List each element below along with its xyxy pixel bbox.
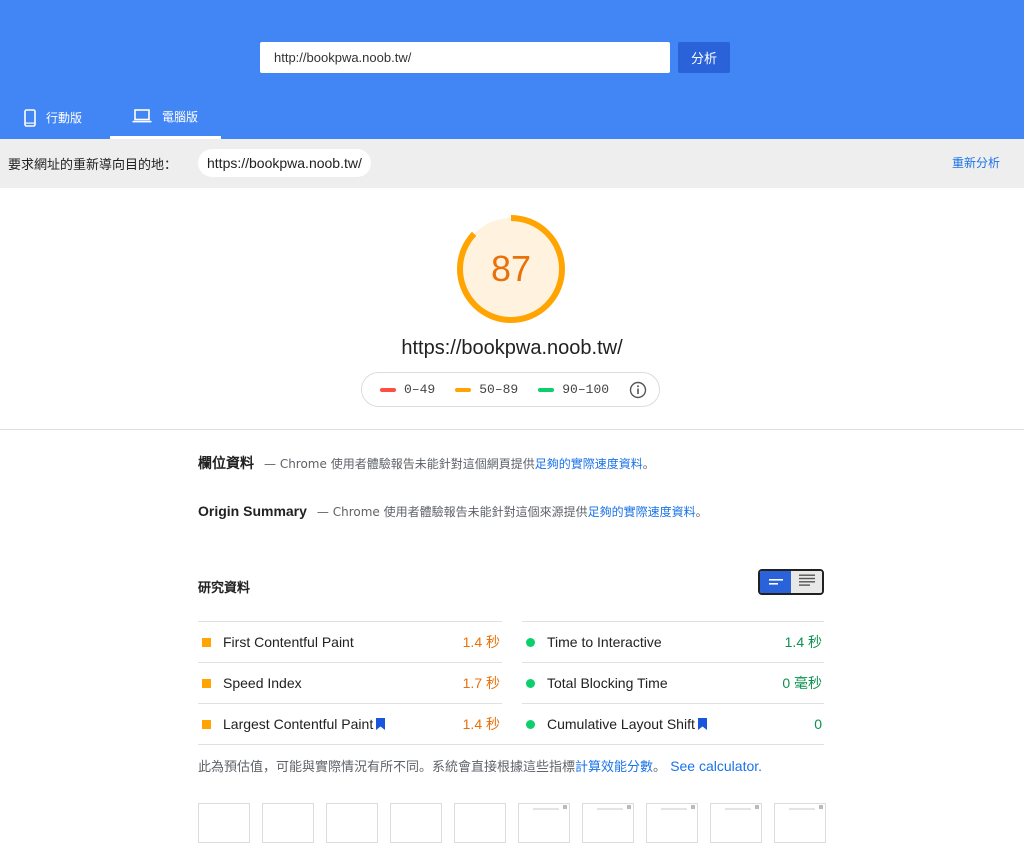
- laptop-icon: [132, 109, 152, 123]
- legend-range-average: 50–89: [479, 382, 519, 397]
- origin-summary-title: Origin Summary: [198, 503, 307, 519]
- metric-value: 1.4 秒: [784, 634, 822, 650]
- metric-name: Speed Index: [223, 675, 302, 691]
- pass-circle-icon: [526, 678, 535, 688]
- view-toggle: [758, 569, 824, 595]
- filmstrip-frame: [710, 803, 762, 843]
- metric-value: 0 毫秒: [782, 675, 822, 691]
- filmstrip-frame: [518, 803, 570, 843]
- legend-swatch-red: [380, 387, 396, 392]
- average-square-icon: [202, 637, 211, 647]
- expanded-list-icon: [798, 573, 815, 591]
- tab-mobile[interactable]: 行動版: [14, 96, 92, 139]
- analyze-button[interactable]: 分析: [678, 42, 730, 73]
- legend-range-fail: 0–49: [404, 382, 436, 397]
- toggle-expanded-view[interactable]: [791, 571, 822, 593]
- filmstrip-frame: [454, 803, 506, 843]
- footnote-suffix: 。: [653, 760, 667, 775]
- footnote-text: 此為預估值，可能與實際情況有所不同。系統會直接根據這些指標: [198, 760, 576, 775]
- metric-tbt: Total Blocking Time 0 毫秒: [522, 662, 824, 703]
- smartphone-icon: [24, 108, 36, 127]
- filmstrip-frame: [582, 803, 634, 843]
- field-data-title: 欄位資料: [198, 456, 254, 472]
- reanalyze-link[interactable]: 重新分析: [952, 154, 1000, 171]
- lab-data-title: 研究資料: [198, 581, 251, 596]
- tab-desktop-label: 電腦版: [162, 109, 199, 124]
- bookmark-icon[interactable]: [697, 718, 707, 730]
- metric-name-wrap: Cumulative Layout Shift: [547, 716, 814, 732]
- tab-desktop[interactable]: 電腦版: [110, 96, 221, 139]
- performance-score: 87: [490, 248, 532, 289]
- legend-swatch-green: [538, 387, 555, 392]
- metric-value: 1.4 秒: [462, 716, 500, 732]
- analyzed-url: https://bookpwa.noob.tw/: [401, 337, 623, 359]
- score-calculation-link[interactable]: 計算效能分數: [575, 760, 653, 775]
- bookmark-icon[interactable]: [376, 718, 386, 730]
- metric-cls: Cumulative Layout Shift 0: [522, 703, 824, 744]
- see-calculator-link[interactable]: See calculator.: [670, 758, 762, 774]
- filmstrip-frame: [774, 803, 826, 843]
- redirect-label: 要求網址的重新導向目的地：: [8, 158, 178, 173]
- tab-mobile-label: 行動版: [46, 111, 83, 125]
- field-data-text: — Chrome 使用者體驗報告未能針對這個網頁提供: [264, 457, 535, 471]
- metric-name: Time to Interactive: [547, 634, 662, 650]
- metric-name: Largest Contentful Paint: [223, 716, 374, 732]
- metric-tti: Time to Interactive 1.4 秒: [522, 621, 824, 662]
- legend-item-fail: 0–49: [380, 382, 435, 397]
- field-data-suffix: 。: [642, 457, 655, 471]
- info-icon[interactable]: [629, 381, 647, 399]
- metric-name: Cumulative Layout Shift: [547, 716, 695, 732]
- legend-range-pass: 90–100: [562, 382, 610, 397]
- toggle-compact-view[interactable]: [760, 571, 791, 593]
- metric-name: First Contentful Paint: [223, 634, 354, 650]
- average-square-icon: [202, 678, 211, 688]
- metrics-bottom-divider: [198, 744, 824, 745]
- average-square-icon: [202, 719, 211, 729]
- header-bar: 分析 行動版 電腦版: [0, 0, 1024, 139]
- metric-value: 1.7 秒: [462, 675, 500, 691]
- legend-item-pass: 90–100: [538, 382, 609, 397]
- origin-summary-suffix: 。: [695, 505, 708, 519]
- field-data-row: 欄位資料 — Chrome 使用者體驗報告未能針對這個網頁提供 足夠的實際速度資…: [198, 453, 655, 473]
- legend-item-average: 50–89: [455, 382, 518, 397]
- origin-summary-row: Origin Summary — Chrome 使用者體驗報告未能針對這個來源提…: [198, 503, 708, 520]
- metric-lcp: Largest Contentful Paint 1.4 秒: [198, 703, 502, 744]
- score-legend: 0–49 50–89 90–100: [361, 372, 660, 407]
- section-divider: [0, 429, 1024, 430]
- legend-swatch-orange: [455, 387, 472, 392]
- compact-list-icon: [768, 573, 783, 591]
- metric-name: Total Blocking Time: [547, 675, 668, 691]
- redirect-url-chip: https://bookpwa.noob.tw/: [198, 149, 371, 177]
- redirect-bar: 要求網址的重新導向目的地：: [0, 139, 1024, 188]
- filmstrip-frame: [390, 803, 442, 843]
- metric-fcp: First Contentful Paint 1.4 秒: [198, 621, 502, 662]
- field-data-link[interactable]: 足夠的實際速度資料: [535, 455, 643, 472]
- origin-summary-link[interactable]: 足夠的實際速度資料: [588, 503, 696, 520]
- filmstrip-frame: [198, 803, 250, 843]
- pass-circle-icon: [526, 719, 535, 729]
- metric-speed-index: Speed Index 1.7 秒: [198, 662, 502, 703]
- url-input[interactable]: [260, 42, 670, 73]
- filmstrip: [198, 803, 838, 843]
- pass-circle-icon: [526, 637, 535, 647]
- filmstrip-frame: [262, 803, 314, 843]
- estimate-footnote: 此為預估值，可能與實際情況有所不同。系統會直接根據這些指標計算效能分數。 See…: [198, 756, 762, 775]
- metric-value: 0: [814, 716, 822, 732]
- filmstrip-frame: [646, 803, 698, 843]
- filmstrip-frame: [326, 803, 378, 843]
- origin-summary-text: — Chrome 使用者體驗報告未能針對這個來源提供: [316, 505, 588, 519]
- metric-value: 1.4 秒: [462, 634, 500, 650]
- metric-name-wrap: Largest Contentful Paint: [223, 716, 463, 732]
